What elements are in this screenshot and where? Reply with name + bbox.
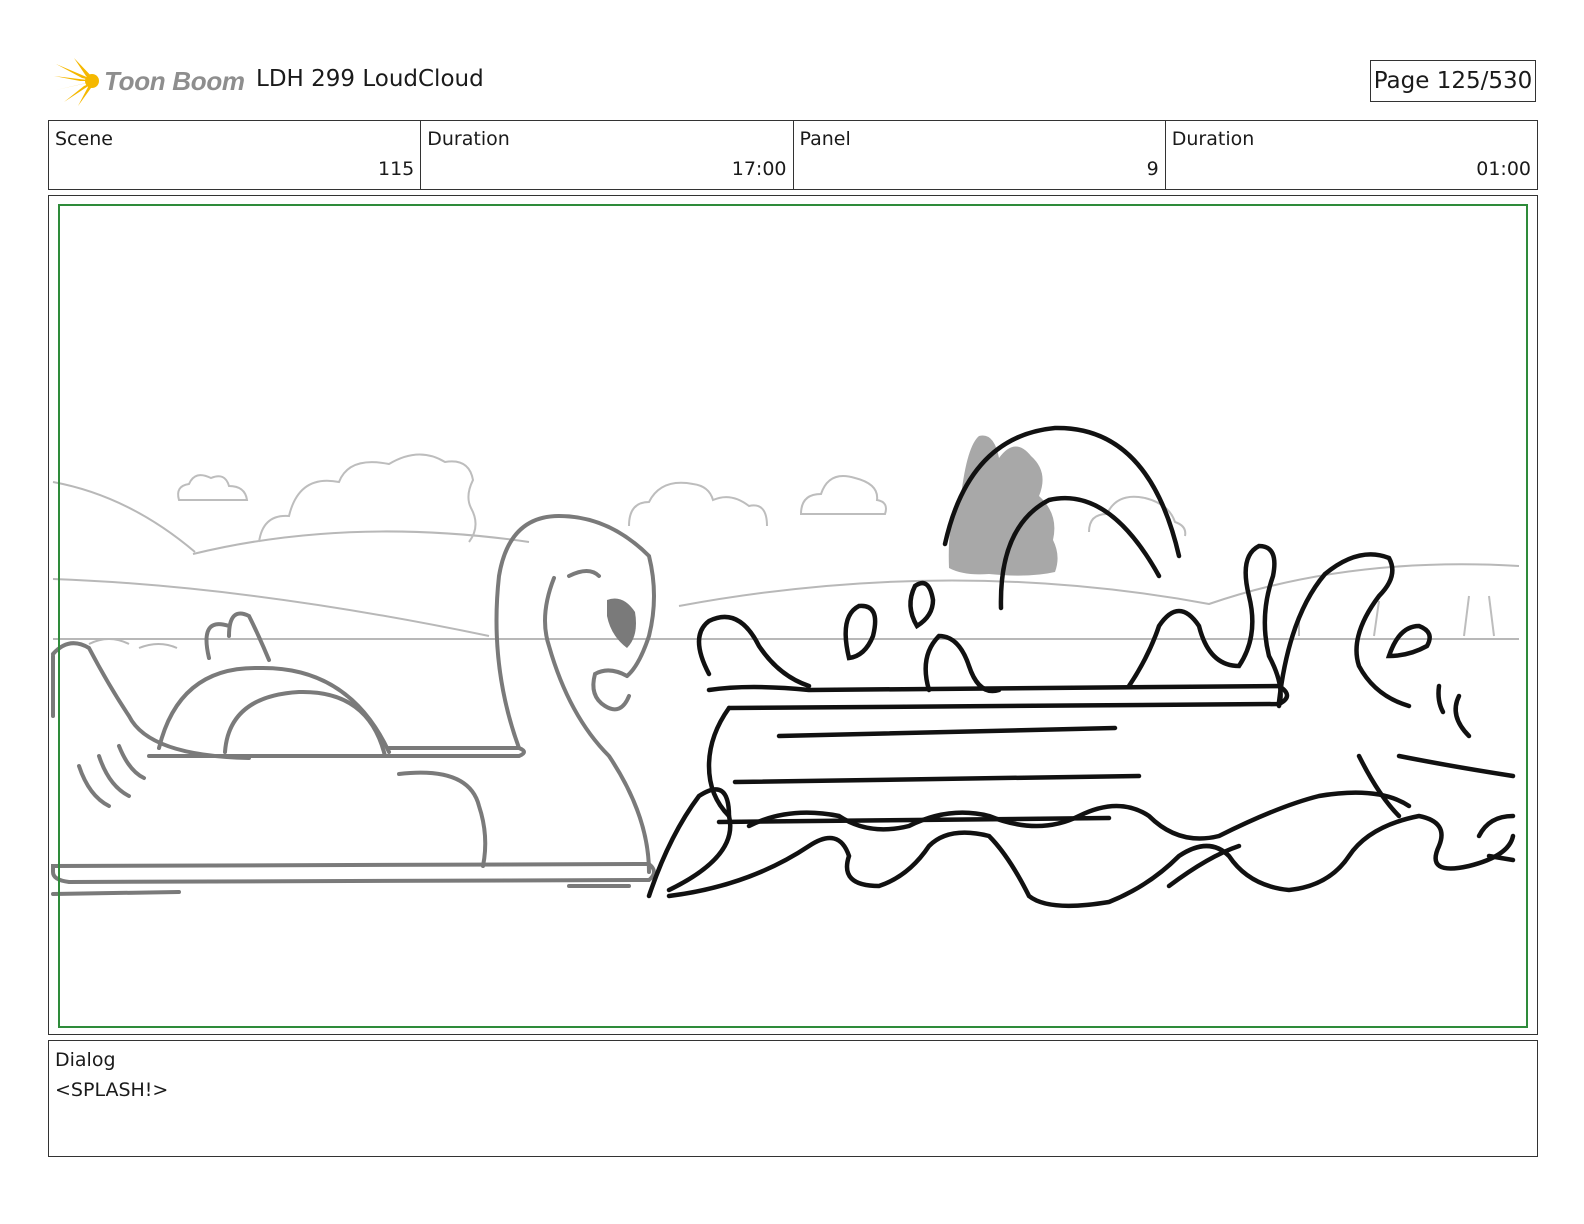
background-clouds [177, 453, 1495, 637]
panel-duration-cell: Duration 01:00 [1166, 121, 1537, 189]
scene-label: Scene [55, 128, 113, 150]
project-title: LDH 299 LoudCloud [256, 66, 484, 92]
panel-label: Panel [799, 128, 851, 150]
safe-frame-outline [58, 204, 1528, 1028]
dialog-label: Dialog [55, 1049, 116, 1071]
swan-beak [607, 598, 636, 648]
scene-duration-label: Duration [427, 128, 510, 150]
dialog-text: <SPLASH!> [55, 1079, 169, 1101]
panel-sketch [51, 204, 1528, 1028]
splash-and-raft [646, 425, 1516, 909]
swan-boat [51, 513, 656, 896]
toon-boom-logo: Toon Boom [52, 54, 245, 108]
panel-duration-label: Duration [1171, 128, 1255, 150]
panel-value: 9 [1146, 158, 1159, 180]
starburst-icon [54, 58, 99, 106]
page-number: Page 125/530 [1370, 60, 1536, 102]
scene-duration-cell: Duration 17:00 [421, 121, 794, 189]
logo-text: Toon Boom [104, 65, 245, 96]
panel-cell: Panel 9 [794, 121, 1166, 189]
scene-value: 115 [377, 158, 415, 180]
scene-cell: Scene 115 [49, 121, 422, 189]
dialog-box: Dialog <SPLASH!> [48, 1040, 1538, 1157]
storyboard-panel [48, 195, 1538, 1035]
panel-duration-value: 01:00 [1476, 158, 1531, 180]
scene-info-row: Scene 115 Duration 17:00 Panel 9 Duratio… [48, 120, 1538, 190]
scene-duration-value: 17:00 [731, 158, 787, 180]
